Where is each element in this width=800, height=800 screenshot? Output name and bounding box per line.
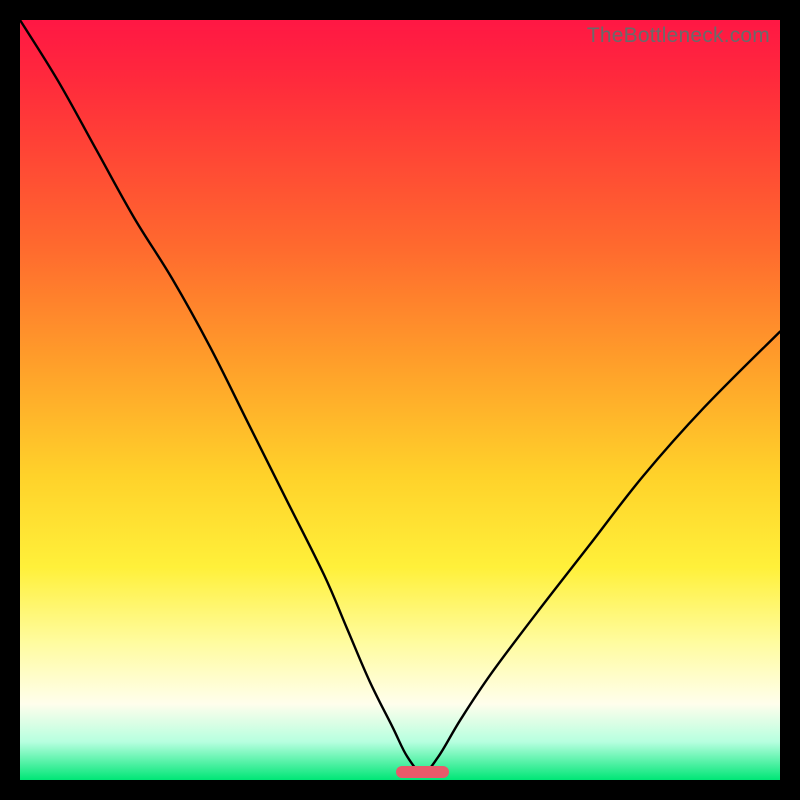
bottleneck-curve: [20, 20, 780, 780]
chart-frame: TheBottleneck.com: [20, 20, 780, 780]
optimal-marker: [396, 766, 449, 778]
plot-area: TheBottleneck.com: [20, 20, 780, 780]
